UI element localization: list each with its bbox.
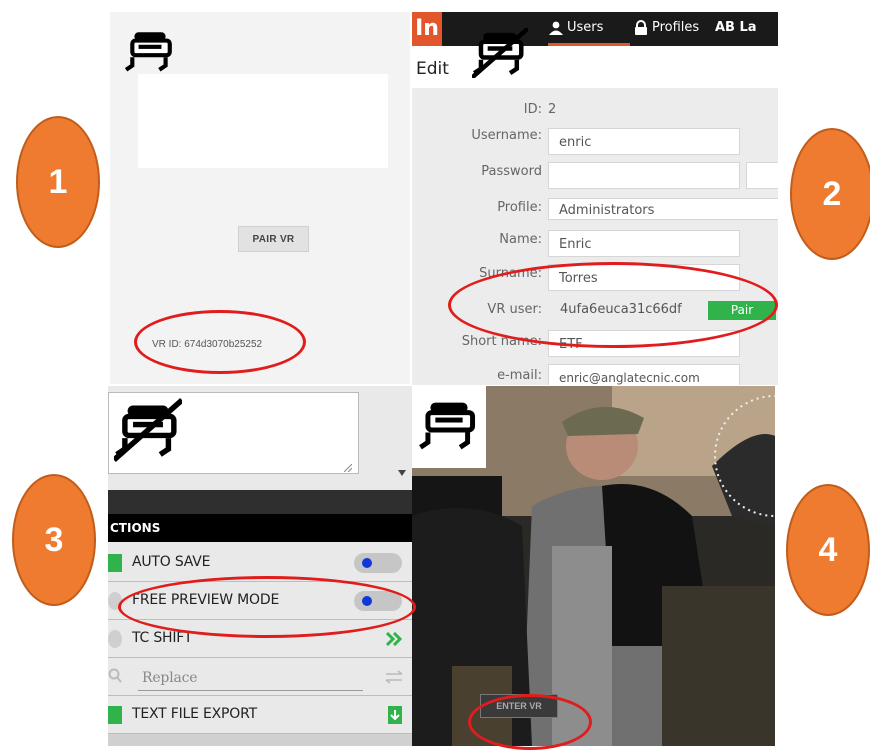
name-label: Name: [499,232,542,247]
swap-icon[interactable] [384,670,404,684]
password-field[interactable] [548,162,740,189]
marker-2: 2 [790,128,870,260]
section-header: CTIONS [108,514,412,542]
id-label: ID: [523,102,542,117]
option-label: AUTO SAVE [132,554,211,570]
input-underline [138,690,363,691]
clock-icon [108,630,122,648]
replace-input[interactable]: Replace [142,670,198,686]
panel-video-preview: ENTER VR [412,386,775,746]
double-chevron-right-icon[interactable] [386,632,402,646]
profile-label: Profile: [497,200,542,215]
app-logo[interactable]: In [412,12,442,46]
option-label: TEXT FILE EXPORT [132,706,257,722]
email-label: e-mail: [497,368,542,383]
lock-icon [635,20,647,35]
highlight-enter-vr [468,694,592,750]
marker-3: 3 [12,474,96,606]
password-confirm-field[interactable] [746,162,778,189]
vr-headset-icon [124,28,176,74]
id-value: 2 [548,102,557,117]
nav-profiles[interactable]: Profiles [652,20,699,35]
scroll-down-icon[interactable] [398,470,406,476]
panel-separator [108,490,412,514]
marker-4: 4 [786,484,870,616]
panel-footer [108,734,412,746]
title-bar [412,46,778,88]
pair-vr-button[interactable]: PAIR VR [238,226,309,252]
page-title: Edit [416,59,449,79]
document-icon [108,554,122,572]
auto-save-toggle[interactable] [354,553,402,573]
password-label: Password [481,164,542,179]
blank-content-box [138,74,388,168]
profile-select[interactable]: Administrators [548,198,778,220]
option-row-replace[interactable]: Replace [108,658,412,696]
name-field[interactable]: Enric [548,230,740,257]
file-icon [108,706,122,724]
nav-users[interactable]: Users [567,20,603,35]
highlight-free-preview [118,576,416,638]
vr-headset-disabled-icon [114,398,182,462]
user-icon [549,21,563,35]
highlight-vr-user [448,262,778,348]
option-row-text-export[interactable]: TEXT FILE EXPORT [108,696,412,734]
username-field[interactable]: enric [548,128,740,155]
email-field[interactable]: enric@anglatecnic.com [548,364,740,385]
vr-headset-disabled-icon [472,28,528,78]
download-icon[interactable] [388,706,402,724]
nav-languages[interactable]: AB La [715,20,757,35]
panel-options: CTIONS AUTO SAVE FREE PREVIEW MODE TC SH… [108,386,412,746]
vr-headset-icon [418,390,480,460]
marker-1: 1 [16,116,100,248]
resize-handle-icon[interactable] [344,464,352,472]
highlight-vr-id [134,310,306,374]
username-label: Username: [471,128,542,143]
search-icon [108,668,122,683]
